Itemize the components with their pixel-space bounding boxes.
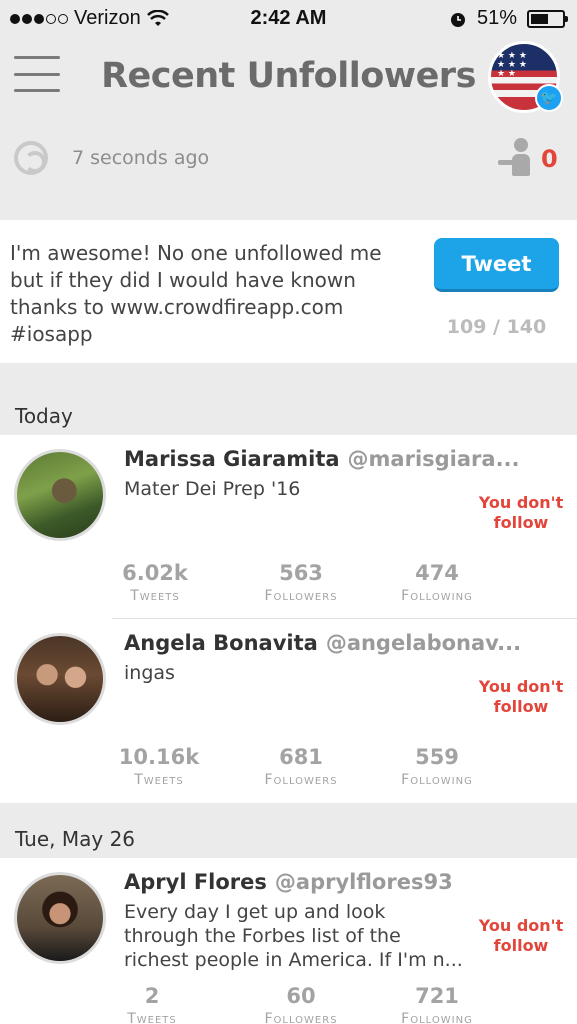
alarm-icon	[450, 12, 465, 27]
tweets-stat: 6.02k Tweets	[122, 561, 188, 604]
followers-stat: 563 Followers	[264, 561, 338, 604]
following-stat: 559 Following	[401, 745, 473, 788]
follow-status[interactable]: You don't follow	[470, 677, 572, 717]
refresh-icon[interactable]	[14, 141, 48, 175]
last-updated: 7 seconds ago	[72, 147, 210, 169]
avatar[interactable]	[14, 633, 106, 725]
followers-stat: 60 Followers	[264, 984, 338, 1024]
following-stat: 474 Following	[401, 561, 473, 604]
follow-status[interactable]: You don't follow	[470, 493, 572, 533]
app-header: Recent Unfollowers ★ ★ ★ ★ ★ ★ ★ ★ 🐦	[0, 38, 577, 118]
list-item[interactable]: Marissa Giaramita @marisgiara... Mater De…	[0, 435, 577, 619]
user-name[interactable]: Apryl Flores @aprylflores93	[124, 870, 453, 894]
avatar[interactable]	[14, 449, 106, 541]
battery-icon	[527, 9, 568, 28]
user-handle: @angelabonav...	[325, 631, 522, 655]
twitter-icon: 🐦	[535, 84, 563, 112]
status-right: 51%	[449, 7, 568, 30]
section-header-today: Today	[0, 363, 577, 435]
user-bio: Every day I get up and look through the …	[124, 901, 463, 971]
tweet-card: I'm awesome! No one unfollowed me but if…	[0, 220, 577, 363]
followers-stat: 681 Followers	[264, 745, 338, 788]
user-bio: Mater Dei Prep '16	[124, 478, 301, 500]
unfollower-count: 0	[541, 145, 558, 173]
unfollow-icon	[498, 138, 534, 178]
follow-status[interactable]: You don't follow	[470, 916, 572, 956]
tweet-text[interactable]: I'm awesome! No one unfollowed me but if…	[10, 240, 410, 348]
list-item[interactable]: Angela Bonavita @angelabonav... ingas You…	[0, 619, 577, 803]
user-name[interactable]: Angela Bonavita @angelabonav...	[124, 631, 521, 655]
user-name[interactable]: Marissa Giaramita @marisgiara...	[124, 447, 520, 471]
battery-percent: 51%	[476, 7, 517, 29]
list-item[interactable]: Apryl Flores @aprylflores93 Every day I g…	[0, 858, 577, 1024]
char-count: 109 / 140	[446, 316, 547, 338]
section-header-date: Tue, May 26	[0, 803, 577, 858]
tweets-stat: 2 Tweets	[127, 984, 177, 1024]
user-bio: ingas	[124, 662, 175, 684]
user-handle: @aprylflores93	[274, 870, 453, 894]
tweet-button[interactable]: Tweet	[434, 238, 559, 292]
refresh-row: 7 seconds ago 0	[0, 125, 577, 195]
user-handle: @marisgiara...	[347, 447, 520, 471]
status-bar: Verizon 2:42 AM 51%	[0, 0, 577, 38]
following-stat: 721 Following	[401, 984, 473, 1024]
tweets-stat: 10.16k Tweets	[118, 745, 200, 788]
avatar[interactable]	[14, 872, 106, 964]
